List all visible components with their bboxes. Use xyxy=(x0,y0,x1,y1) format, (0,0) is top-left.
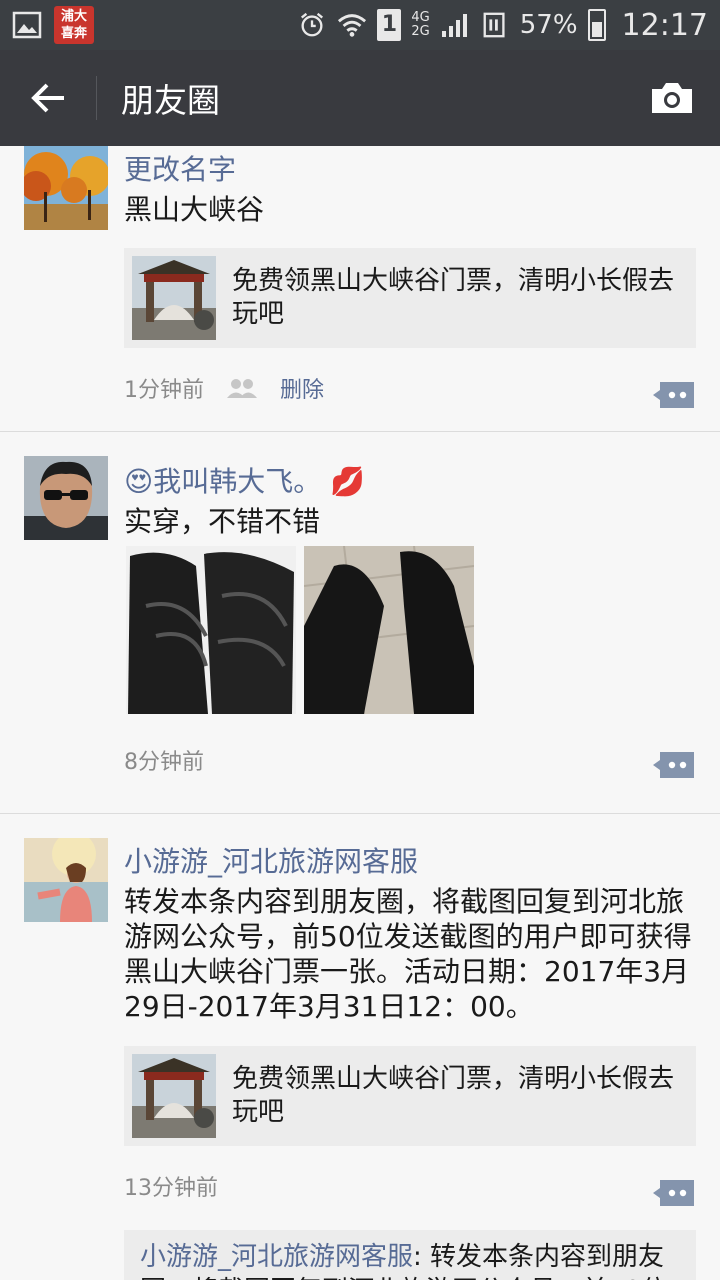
nav-divider xyxy=(96,76,97,120)
app-notification-icon: 浦大喜奔 xyxy=(54,6,94,44)
status-bar: 浦大喜奔 1 4G 2G 57% 12:17 xyxy=(0,0,720,50)
back-button[interactable] xyxy=(0,50,96,146)
post-author-name[interactable]: 更改名字 xyxy=(124,148,236,188)
moment-post: 😍我叫韩大飞。 💋 实穿，不错不错 8分钟前 xyxy=(0,432,720,814)
comment-like-menu-button[interactable] xyxy=(652,380,696,410)
post-meta: 8分钟前 xyxy=(124,744,204,776)
post-time: 1分钟前 xyxy=(124,378,204,403)
gallery-notification-icon xyxy=(12,11,42,39)
avatar-man-sunglasses-image xyxy=(24,456,108,540)
post-text: 实穿，不错不错 xyxy=(124,505,321,538)
page-title: 朋友圈 xyxy=(121,81,220,120)
battery-percent: 57% xyxy=(519,10,578,40)
privacy-friends-icon[interactable] xyxy=(226,377,258,399)
moment-post: 更改名字 黑山大峡谷 免费领黑山大峡谷门票，清明小长假去玩吧 1分钟前 删除 xyxy=(0,146,720,432)
camera-button[interactable] xyxy=(624,50,720,146)
comment-author[interactable]: 小游游_河北旅游网客服 xyxy=(140,1242,413,1272)
data-saver-icon xyxy=(483,12,505,38)
avatar[interactable] xyxy=(24,838,108,922)
post-time: 8分钟前 xyxy=(124,750,204,775)
avatar[interactable] xyxy=(24,456,108,540)
clock: 12:17 xyxy=(621,7,708,43)
post-photo-1[interactable] xyxy=(126,546,296,714)
nav-bar: 朋友圈 xyxy=(0,50,720,146)
shared-link-title: 免费领黑山大峡谷门票，清明小长假去玩吧 xyxy=(232,266,675,329)
post-meta: 1分钟前 删除 xyxy=(124,372,324,404)
comment-section: 小游游_河北旅游网客服: 转发本条内容到朋友圈，将截图回复到河北旅游网公众号，前… xyxy=(124,1230,696,1280)
heart-eyes-emoji: 😍 xyxy=(124,465,154,498)
comment-item[interactable]: 小游游_河北旅游网客服: 转发本条内容到朋友圈，将截图回复到河北旅游网公众号，前… xyxy=(140,1240,680,1280)
delete-link[interactable]: 删除 xyxy=(280,372,324,404)
network-type: 4G 2G xyxy=(411,11,429,39)
moment-post: 小游游_河北旅游网客服 转发本条内容到朋友圈，将截图回复到河北旅游网公众号，前5… xyxy=(0,814,720,1280)
wifi-icon xyxy=(338,14,367,37)
black-sneakers-image xyxy=(126,546,296,714)
avatar-girl-outdoor-image xyxy=(24,838,108,922)
back-arrow-icon xyxy=(31,83,64,113)
post-meta: 13分钟前 xyxy=(124,1170,218,1202)
shared-link-card[interactable]: 免费领黑山大峡谷门票，清明小长假去玩吧 xyxy=(124,248,696,348)
post-time: 13分钟前 xyxy=(124,1176,218,1201)
signal-icon xyxy=(441,14,467,37)
kiss-emoji: 💋 xyxy=(330,465,365,498)
gate-image xyxy=(132,1054,216,1138)
post-author-name[interactable]: 😍我叫韩大飞。 💋 xyxy=(124,460,365,500)
shared-link-card[interactable]: 免费领黑山大峡谷门票，清明小长假去玩吧 xyxy=(124,1046,696,1146)
battery-icon xyxy=(587,9,606,41)
post-text: 黑山大峡谷 xyxy=(124,193,265,226)
post-photo-2[interactable] xyxy=(304,546,474,714)
moments-feed[interactable]: 更改名字 黑山大峡谷 免费领黑山大峡谷门票，清明小长假去玩吧 1分钟前 删除 😍… xyxy=(0,146,720,1280)
comment-like-menu-button[interactable] xyxy=(652,1178,696,1208)
shared-link-title: 免费领黑山大峡谷门票，清明小长假去玩吧 xyxy=(232,1064,675,1127)
camera-icon xyxy=(652,83,692,113)
shared-link-thumbnail xyxy=(132,256,216,340)
sim-slot-icon: 1 xyxy=(377,9,402,41)
alarm-icon xyxy=(301,12,324,37)
gate-image xyxy=(132,256,216,340)
post-text: 转发本条内容到朋友圈，将截图回复到河北旅游网公众号，前50位发送截图的用户即可获… xyxy=(124,885,692,1023)
shared-link-thumbnail xyxy=(132,1054,216,1138)
sneakers-worn-image xyxy=(304,546,474,714)
avatar-autumn-trees-image xyxy=(24,146,108,230)
post-author-name[interactable]: 小游游_河北旅游网客服 xyxy=(124,840,418,880)
avatar[interactable] xyxy=(24,146,108,230)
network-type-bottom: 2G xyxy=(411,24,430,39)
post-author-name-text: 我叫韩大飞。 xyxy=(153,465,322,498)
comment-like-menu-button[interactable] xyxy=(652,750,696,780)
network-type-top: 4G xyxy=(411,10,430,25)
